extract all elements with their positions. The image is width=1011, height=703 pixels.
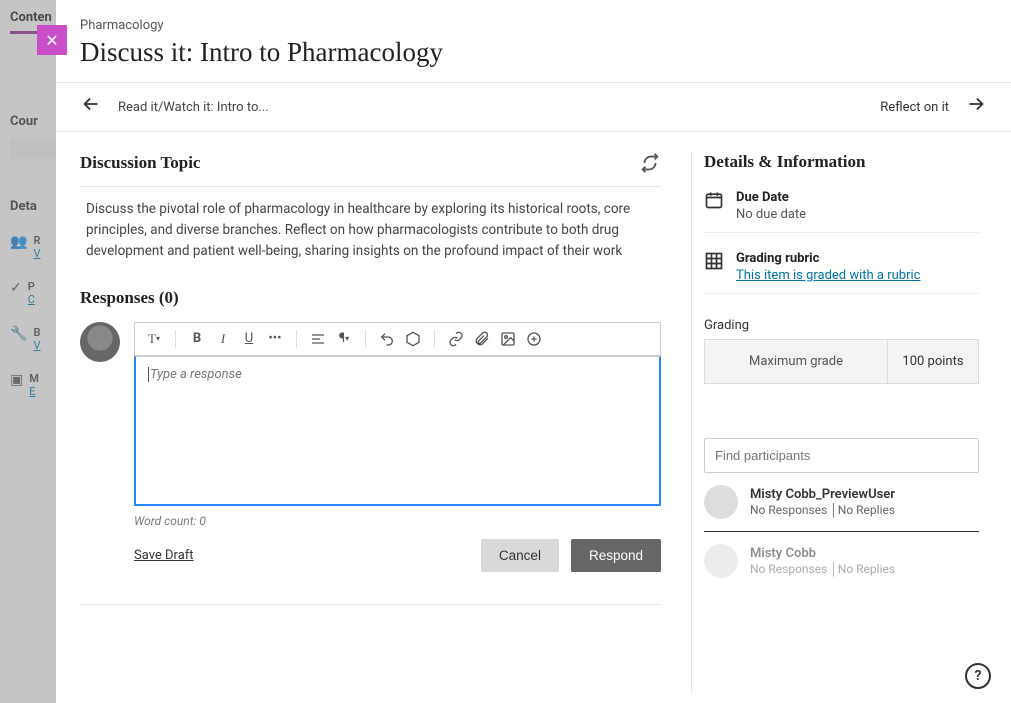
italic-button[interactable]: I <box>212 329 234 349</box>
divider <box>80 186 661 187</box>
breadcrumb: Pharmacology <box>80 18 987 33</box>
current-user-avatar <box>80 322 120 362</box>
prev-arrow-icon[interactable] <box>80 93 102 121</box>
insert-more-dropdown[interactable] <box>523 329 545 349</box>
image-button[interactable] <box>497 329 519 349</box>
editor-placeholder: Type a response <box>148 367 242 382</box>
text-style-dropdown[interactable]: T▾ <box>143 329 165 349</box>
bg-item-block <box>10 139 56 159</box>
refresh-icon[interactable] <box>639 152 661 174</box>
discussion-topic-text: Discuss the pivotal role of pharmacology… <box>86 199 661 262</box>
grade-box: Maximum grade 100 points <box>704 339 979 384</box>
underline-button[interactable]: U <box>238 329 260 349</box>
word-count: Word count: 0 <box>134 514 206 528</box>
cancel-button[interactable]: Cancel <box>481 539 559 572</box>
participant-name: Misty Cobb <box>750 546 895 561</box>
participant-avatar <box>704 544 738 578</box>
help-button[interactable]: ? <box>965 663 991 689</box>
calendar-icon <box>704 190 724 214</box>
panel-header: Pharmacology Discuss it: Intro to Pharma… <box>56 0 1011 83</box>
due-date-value: No due date <box>736 207 806 222</box>
clear-format-button[interactable] <box>402 329 424 349</box>
rubric-link[interactable]: This item is graded with a rubric <box>736 268 920 283</box>
details-sidebar: Details & Information Due Date No due da… <box>691 152 991 693</box>
respond-button[interactable]: Respond <box>571 539 661 572</box>
divider <box>80 604 661 605</box>
main-column: Discussion Topic Discuss the pivotal rol… <box>76 152 691 693</box>
next-arrow-icon[interactable] <box>965 93 987 121</box>
nav-row: Read it/Watch it: Intro to... Reflect on… <box>56 83 1011 132</box>
help-icon: ? <box>975 668 982 684</box>
participant-row[interactable]: Misty Cobb_PreviewUser No Responses │No … <box>704 473 979 532</box>
bg-section-2: Deta <box>10 199 46 214</box>
rubric-icon <box>704 251 724 275</box>
more-formatting-button[interactable]: ••• <box>264 329 286 349</box>
bg-section-1: Cour <box>10 114 46 129</box>
participant-meta: No Responses │No Replies <box>750 503 895 517</box>
page-background: Conten Cour Deta 👥RV ✓PC 🔧BV ▣ME <box>0 0 56 703</box>
align-dropdown[interactable] <box>307 329 329 349</box>
due-date-label: Due Date <box>736 190 806 205</box>
find-participants-input[interactable] <box>704 438 979 473</box>
max-grade-value: 100 points <box>888 340 978 383</box>
close-button[interactable]: ✕ <box>37 25 67 55</box>
attachment-button[interactable] <box>471 329 493 349</box>
max-grade-label: Maximum grade <box>705 340 888 383</box>
details-heading: Details & Information <box>704 152 979 172</box>
participant-meta: No Responses │No Replies <box>750 562 895 576</box>
responses-heading: Responses (0) <box>80 288 661 308</box>
close-icon: ✕ <box>45 31 58 50</box>
grading-heading: Grading <box>704 318 979 333</box>
rubric-label: Grading rubric <box>736 251 920 266</box>
undo-button[interactable] <box>376 329 398 349</box>
paragraph-dropdown[interactable]: ¶▾ <box>333 329 355 349</box>
editor-toolbar: T▾ B I U ••• ¶▾ <box>134 322 661 356</box>
discussion-topic-heading: Discussion Topic <box>80 153 200 173</box>
next-label[interactable]: Reflect on it <box>880 100 949 115</box>
participant-row[interactable]: Misty Cobb No Responses │No Replies <box>704 532 979 590</box>
page-title: Discuss it: Intro to Pharmacology <box>80 37 987 68</box>
link-button[interactable] <box>445 329 467 349</box>
prev-label[interactable]: Read it/Watch it: Intro to... <box>118 100 269 115</box>
participant-name: Misty Cobb_PreviewUser <box>750 487 895 502</box>
participant-avatar <box>704 485 738 519</box>
bold-button[interactable]: B <box>186 329 208 349</box>
modal-panel: Pharmacology Discuss it: Intro to Pharma… <box>56 0 1011 703</box>
response-editor[interactable]: Type a response <box>134 356 661 506</box>
